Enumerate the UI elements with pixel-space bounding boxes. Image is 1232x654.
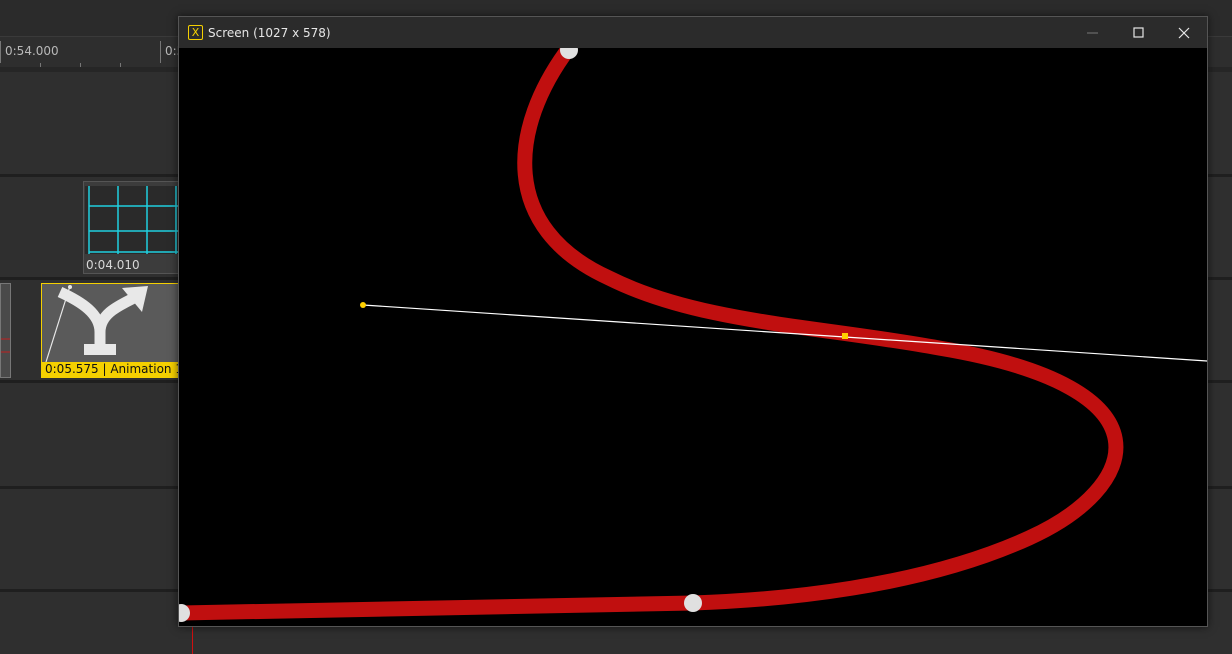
small-clip-lines <box>1 338 10 353</box>
animation-clip-label: 0:05.575 | Animation 1 - <box>42 362 180 377</box>
close-icon <box>1178 27 1190 39</box>
timeline-app: 0:54.000 0:5 0:04.010 0:05.575 | Animati… <box>0 0 1232 654</box>
grid-thumbnail <box>85 186 181 254</box>
screen-canvas[interactable] <box>179 48 1207 626</box>
playhead[interactable] <box>192 626 193 654</box>
animation-clip-thumbnail <box>45 285 148 363</box>
maximize-button[interactable] <box>1116 17 1162 48</box>
ruler-label-1: 0:54.000 <box>5 44 59 58</box>
bezier-curve <box>179 48 1124 621</box>
curve-node <box>684 594 702 612</box>
selected-anchor-point <box>842 333 848 339</box>
screen-window: X Screen (1027 x 578) <box>178 16 1208 627</box>
maximize-icon <box>1133 27 1144 38</box>
tangent-handle-line <box>362 304 1207 362</box>
minimize-icon <box>1087 32 1098 34</box>
split-arrow-icon <box>57 286 106 344</box>
minimize-button[interactable] <box>1070 17 1116 48</box>
ruler-tick <box>0 41 1 63</box>
curve-editor <box>179 48 1207 622</box>
animation-clip[interactable]: 0:05.575 | Animation 1 - <box>41 283 181 378</box>
ruler-minor-tick <box>40 63 41 67</box>
ruler-tick <box>160 41 161 63</box>
ruler-minor-tick <box>120 63 121 67</box>
grid-clip[interactable]: 0:04.010 <box>83 181 183 274</box>
small-clip[interactable] <box>0 283 11 378</box>
tangent-handle-point <box>360 302 366 308</box>
window-title: Screen (1027 x 578) <box>208 26 331 40</box>
app-logo-icon: X <box>188 25 203 40</box>
ruler-minor-tick <box>80 63 81 67</box>
window-titlebar[interactable]: X Screen (1027 x 578) <box>179 17 1207 48</box>
grid-thumbnail-image <box>88 186 181 254</box>
close-button[interactable] <box>1161 17 1207 48</box>
grid-clip-time: 0:04.010 <box>86 258 140 272</box>
